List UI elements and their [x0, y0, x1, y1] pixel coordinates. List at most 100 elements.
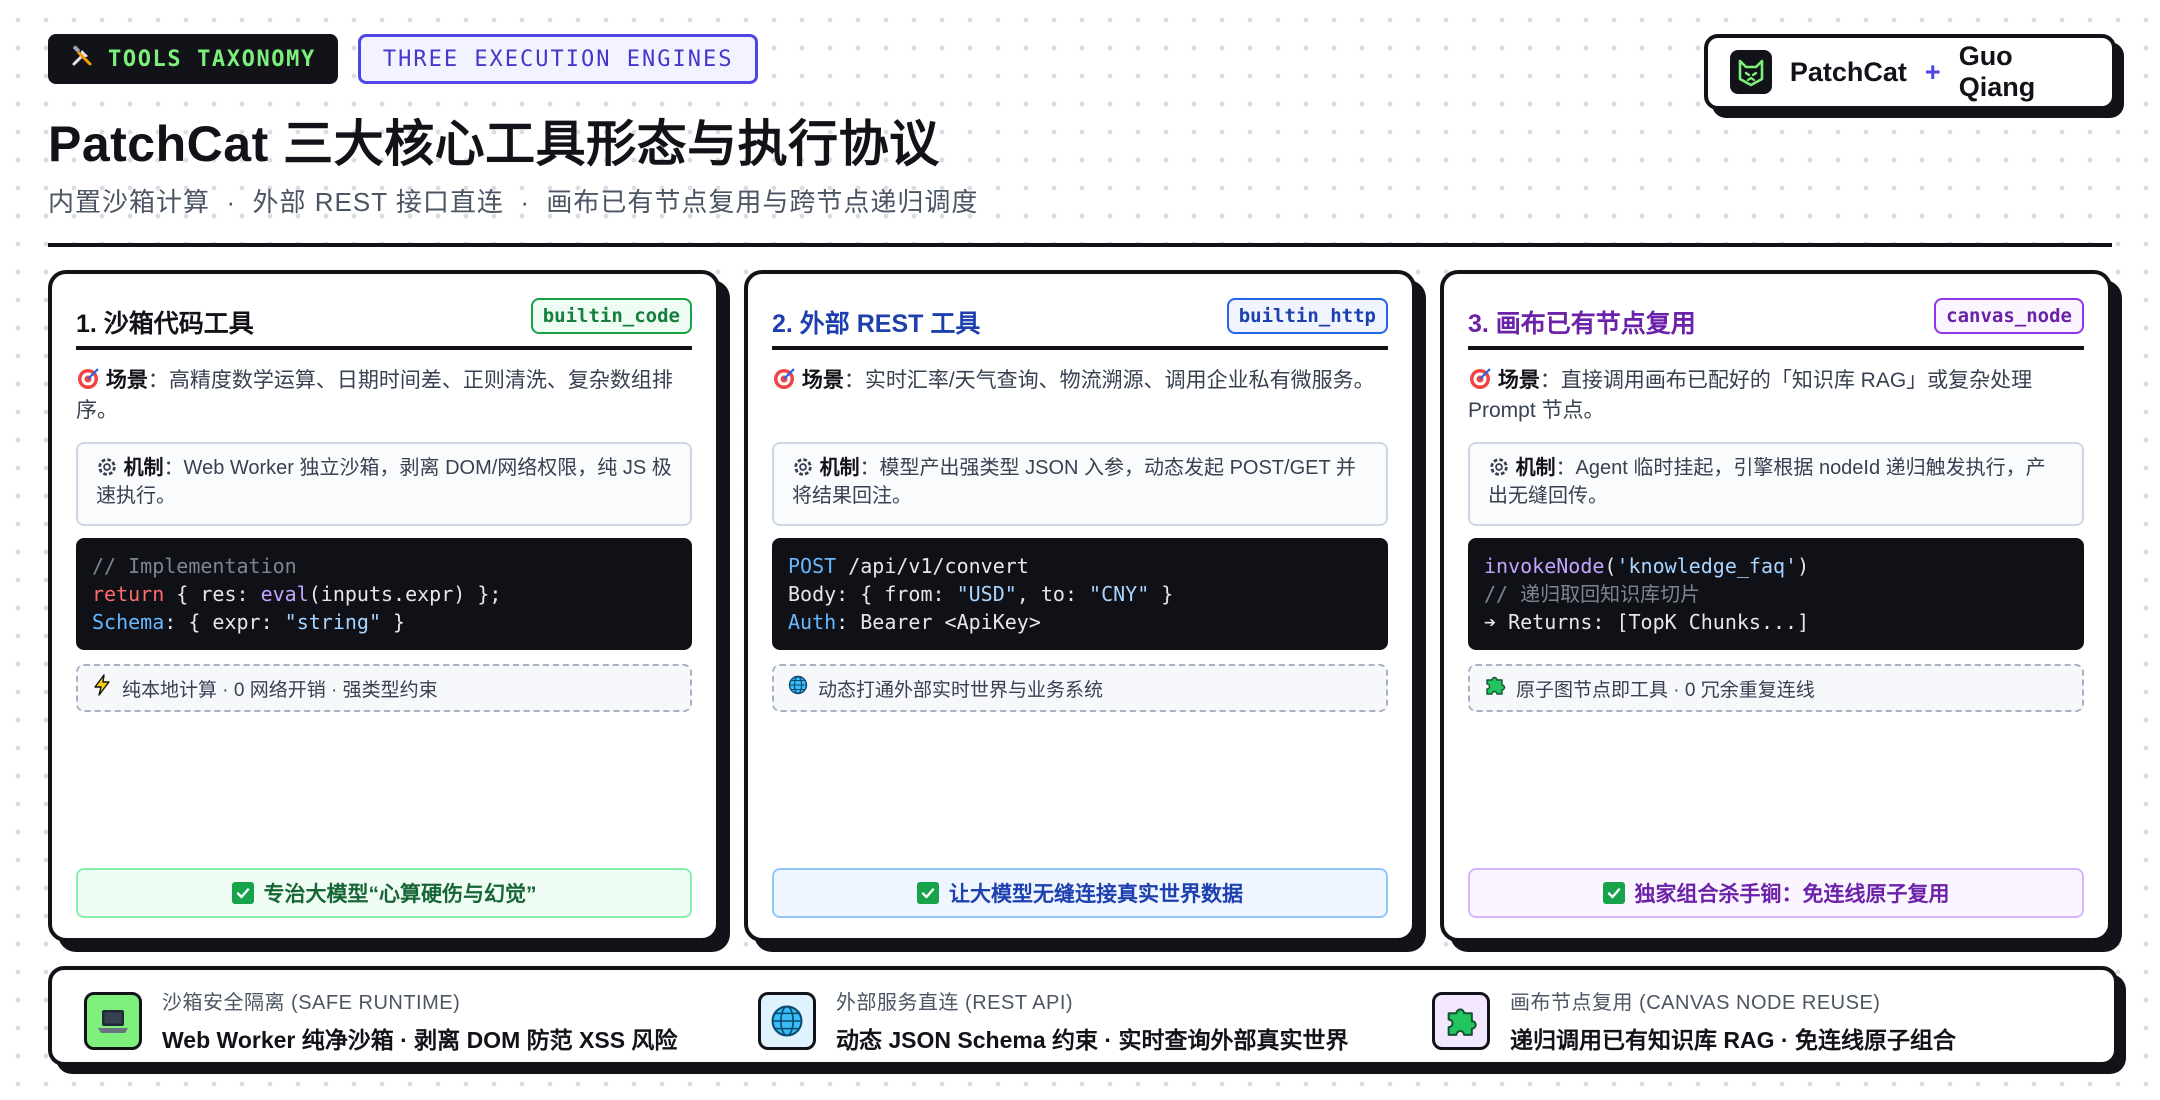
code-comment: // 递归取回知识库切片 — [1484, 582, 1701, 606]
mech-label: 机制 — [123, 457, 164, 479]
card-mechanism: 机制：Web Worker 独立沙箱，剥离 DOM/网络权限，纯 JS 极速执行… — [76, 442, 692, 526]
code-key: Schema — [92, 610, 165, 634]
card-scene: 场景：实时汇率/天气查询、物流溯源、调用企业私有微服务。 — [772, 366, 1388, 396]
scene-text: ：直接调用画布已配好的「知识库 RAG」或复杂处理 Prompt 节点。 — [1468, 369, 2033, 422]
code-text: Body: { from: — [788, 582, 957, 606]
patchcat-logo-icon — [1730, 50, 1772, 94]
note-text: 纯本地计算 · 0 网络开销 · 强类型约束 — [122, 679, 438, 701]
code-function: eval — [260, 582, 309, 606]
brand-name: PatchCat — [1789, 56, 1907, 87]
code-text: /api/v1/convert — [836, 554, 1029, 578]
gear-icon — [792, 457, 820, 479]
footer-text: Web Worker 纯净沙箱 · 剥离 DOM 防范 XSS 风险 — [162, 1027, 678, 1053]
check-icon — [231, 882, 254, 904]
card-note: 纯本地计算 · 0 网络开销 · 强类型约束 — [76, 664, 692, 712]
puzzle-icon — [1432, 991, 1490, 1050]
card-verdict: 让大模型无缝连接真实世界数据 — [772, 868, 1388, 918]
card-note: 原子图节点即工具 · 0 冗余重复连线 — [1468, 664, 2084, 712]
page-title: PatchCat 三大核心工具形态与执行协议 — [48, 116, 940, 172]
brand-plus: + — [1924, 56, 1941, 87]
code-text: , to: — [1016, 582, 1090, 606]
card-title: 3. 画布已有节点复用 — [1468, 310, 1696, 338]
mech-label: 机制 — [1515, 457, 1556, 479]
code-text: : Bearer <ApiKey> — [836, 610, 1041, 634]
code-string: 'knowledge_faq' — [1616, 554, 1798, 578]
card-note: 动态打通外部实时世界与业务系统 — [772, 664, 1388, 712]
footer-bar: 沙箱安全隔离 (SAFE RUNTIME) Web Worker 纯净沙箱 · … — [48, 966, 2118, 1066]
scene-text: ：实时汇率/天气查询、物流溯源、调用企业私有微服务。 — [843, 369, 1375, 392]
card-title: 1. 沙箱代码工具 — [76, 310, 254, 338]
card-scene: 场景：高精度数学运算、日期时间差、正则清洗、复杂数组排序。 — [76, 366, 692, 426]
card-verdict: 专治大模型“心算硬伤与幻觉” — [76, 868, 692, 918]
card-header: 1. 沙箱代码工具 builtin_code — [76, 298, 692, 350]
scene-label: 场景 — [801, 369, 844, 392]
scene-label: 场景 — [105, 369, 148, 392]
card-canvas-node: 3. 画布已有节点复用 canvas_node 场景：直接调用画布已配好的「知识… — [1440, 270, 2112, 942]
footer-item-rest-api: 外部服务直连 (REST API) 动态 JSON Schema 约束 · 实时… — [758, 986, 1348, 1055]
code-text: ( — [1604, 554, 1617, 578]
code-text: } — [381, 610, 406, 634]
card-verdict: 独家组合杀手锏：免连线原子复用 — [1468, 868, 2084, 918]
globe-icon — [788, 675, 808, 701]
globe-icon — [758, 991, 816, 1050]
code-text: : { expr: — [164, 610, 285, 634]
note-text: 动态打通外部实时世界与业务系统 — [818, 679, 1104, 701]
puzzle-icon — [1484, 674, 1506, 702]
code-keyword: POST — [788, 554, 837, 578]
card-badge: canvas_node — [1934, 298, 2084, 334]
footer-text-group: 沙箱安全隔离 (SAFE RUNTIME) Web Worker 纯净沙箱 · … — [162, 986, 677, 1055]
code-string: "USD" — [956, 582, 1017, 606]
code-block: invokeNode('knowledge_faq') // 递归取回知识库切片… — [1468, 538, 2084, 650]
card-rest-tool: 2. 外部 REST 工具 builtin_http 场景：实时汇率/天气查询、… — [744, 270, 1416, 942]
footer-text-group: 画布节点复用 (CANVAS NODE REUSE) 递归调用已有知识库 RAG… — [1510, 986, 1956, 1055]
code-string: "string" — [284, 610, 381, 634]
card-title: 2. 外部 REST 工具 — [772, 310, 981, 338]
code-comment: // Implementation — [92, 554, 297, 578]
card-badge: builtin_http — [1226, 298, 1388, 334]
mech-text: ：Web Worker 独立沙箱，剥离 DOM/网络权限，纯 JS 极速执行。 — [96, 457, 672, 507]
mech-text: ：Agent 临时挂起，引擎根据 nodeId 递归触发执行，产出无缝回传。 — [1488, 457, 2046, 507]
verdict-text: 独家组合杀手锏：免连线原子复用 — [1634, 883, 1950, 906]
code-string: "CNY" — [1089, 582, 1150, 606]
verdict-text: 专治大模型“心算硬伤与幻觉” — [263, 883, 537, 906]
footer-text-group: 外部服务直连 (REST API) 动态 JSON Schema 约束 · 实时… — [836, 986, 1348, 1055]
code-text: (inputs.expr) }; — [308, 582, 502, 606]
check-icon — [1602, 882, 1625, 904]
card-header: 3. 画布已有节点复用 canvas_node — [1468, 298, 2084, 350]
card-mechanism: 机制：模型产出强类型 JSON 入参，动态发起 POST/GET 并将结果回注。 — [772, 442, 1388, 526]
note-text: 原子图节点即工具 · 0 冗余重复连线 — [1516, 679, 1815, 701]
footer-label: 外部服务直连 (REST API) — [836, 992, 1074, 1014]
footer-item-safe-runtime: 沙箱安全隔离 (SAFE RUNTIME) Web Worker 纯净沙箱 · … — [84, 986, 677, 1055]
target-icon — [1468, 368, 1498, 392]
footer-label: 沙箱安全隔离 (SAFE RUNTIME) — [162, 992, 461, 1014]
laptop-icon — [84, 991, 142, 1050]
check-icon — [917, 882, 939, 904]
card-sandbox-code: 1. 沙箱代码工具 builtin_code 场景：高精度数学运算、日期时间差、… — [48, 270, 720, 942]
gear-icon — [1488, 457, 1516, 479]
lightning-icon — [92, 674, 112, 702]
three-engines-tag: THREE EXECUTION ENGINES — [357, 34, 759, 84]
footer-label: 画布节点复用 (CANVAS NODE REUSE) — [1510, 992, 1881, 1014]
header-divider — [48, 243, 2112, 247]
target-icon — [772, 368, 802, 392]
code-text: } — [1149, 582, 1174, 606]
scene-label: 场景 — [1497, 369, 1540, 392]
card-mechanism: 机制：Agent 临时挂起，引擎根据 nodeId 递归触发执行，产出无缝回传。 — [1468, 442, 2084, 526]
code-block: // Implementation return { res: eval(inp… — [76, 538, 692, 650]
gear-icon — [96, 457, 124, 479]
page-subtitle: 内置沙箱计算 · 外部 REST 接口直连 · 画布已有节点复用与跨节点递归调度 — [48, 187, 979, 217]
card-header: 2. 外部 REST 工具 builtin_http — [772, 298, 1388, 350]
code-key: Auth — [788, 610, 837, 634]
header-tags: TOOLS TAXONOMY THREE EXECUTION ENGINES — [48, 34, 759, 84]
card-scene: 场景：直接调用画布已配好的「知识库 RAG」或复杂处理 Prompt 节点。 — [1468, 366, 2084, 426]
code-keyword: return — [92, 582, 165, 606]
target-icon — [76, 368, 106, 392]
brand-author: Guo Qiang — [1958, 41, 2036, 102]
code-text: { res: — [164, 582, 261, 606]
mech-text: ：模型产出强类型 JSON 入参，动态发起 POST/GET 并将结果回注。 — [792, 457, 1356, 507]
tools-taxonomy-tag: TOOLS TAXONOMY — [48, 34, 338, 84]
verdict-text: 让大模型无缝连接真实世界数据 — [949, 883, 1243, 906]
mech-label: 机制 — [819, 457, 860, 479]
footer-text: 递归调用已有知识库 RAG · 免连线原子组合 — [1510, 1027, 1956, 1053]
footer-item-canvas-reuse: 画布节点复用 (CANVAS NODE REUSE) 递归调用已有知识库 RAG… — [1432, 986, 1956, 1055]
